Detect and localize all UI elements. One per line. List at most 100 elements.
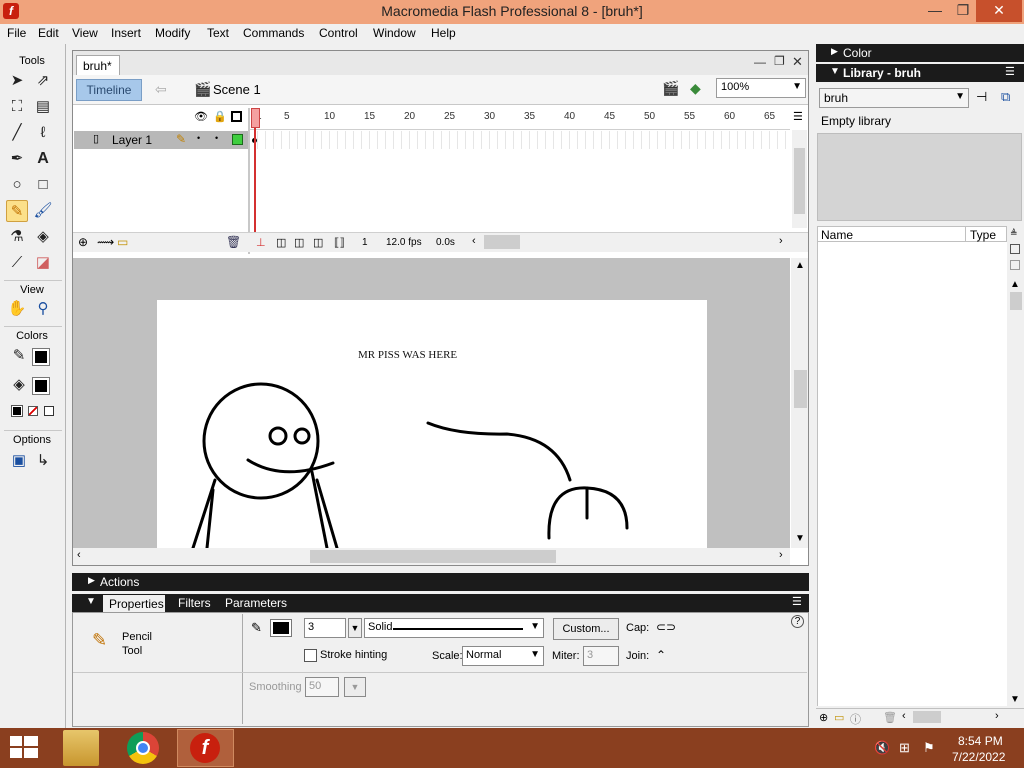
cap-style-icon[interactable]: ⊂⊃: [656, 620, 676, 634]
eyedropper-tool-icon[interactable]: ⟋: [6, 252, 28, 274]
scroll-left-icon[interactable]: ‹: [472, 235, 476, 247]
delete-layer-icon[interactable]: 🗑: [226, 235, 241, 249]
smoothing-input[interactable]: 50: [305, 677, 339, 697]
menu-control[interactable]: Control: [319, 26, 358, 40]
menu-help[interactable]: Help: [431, 26, 456, 40]
sort-icon[interactable]: ≜: [1010, 228, 1018, 239]
stage-hscroll-thumb[interactable]: [310, 550, 556, 563]
scale-select[interactable]: Normal ▼: [462, 646, 544, 666]
file-explorer-icon[interactable]: [63, 730, 99, 766]
oval-tool-icon[interactable]: ○: [6, 174, 28, 196]
narrow-view-icon[interactable]: [1010, 260, 1020, 270]
scroll-right-icon[interactable]: ›: [995, 710, 999, 722]
library-panel-header[interactable]: ▼ Library - bruh ☰: [816, 64, 1024, 82]
scroll-left-icon[interactable]: ‹: [902, 710, 906, 722]
lasso-tool-icon[interactable]: ℓ: [32, 122, 54, 144]
outline-icon[interactable]: [231, 111, 242, 122]
new-library-panel-icon[interactable]: ⧉: [1001, 89, 1010, 105]
library-vscroll-thumb[interactable]: [1010, 292, 1022, 310]
edit-multiple-frames-icon[interactable]: ◫: [313, 236, 323, 249]
stroke-hinting-checkbox[interactable]: [304, 649, 317, 662]
scroll-down-icon[interactable]: ▼: [795, 533, 805, 544]
text-tool-icon[interactable]: A: [32, 148, 54, 170]
scroll-right-icon[interactable]: ›: [779, 549, 783, 561]
hand-tool-icon[interactable]: ✋: [6, 298, 28, 320]
collapse-arrow-icon[interactable]: ▼: [86, 596, 96, 607]
tab-properties[interactable]: Properties: [103, 595, 165, 612]
stroke-style-select[interactable]: Solid ▼: [364, 618, 544, 638]
onion-skin-icon[interactable]: ◫: [276, 236, 286, 249]
pin-library-icon[interactable]: ⊣: [976, 89, 987, 105]
brush-tool-icon[interactable]: 🖌: [32, 200, 54, 222]
pencil-mode-icon[interactable]: ↳: [32, 450, 54, 472]
paint-bucket-tool-icon[interactable]: ◈: [32, 226, 54, 248]
pen-tool-icon[interactable]: ✒: [6, 148, 28, 170]
drawing-canvas[interactable]: [157, 300, 707, 548]
actions-panel-header[interactable]: ▶ Actions: [72, 573, 809, 591]
color-panel-header[interactable]: ▶ Color: [816, 44, 1024, 62]
line-tool-icon[interactable]: ╱: [6, 122, 28, 144]
custom-stroke-button[interactable]: Custom...: [553, 618, 619, 640]
clock-date[interactable]: 7/22/2022: [952, 750, 1005, 764]
zoom-select[interactable]: 100% ▼: [716, 78, 806, 98]
scroll-right-icon[interactable]: ›: [779, 235, 783, 247]
column-name[interactable]: Name: [821, 228, 853, 242]
layer-name[interactable]: Layer 1: [112, 133, 152, 147]
add-motion-guide-icon[interactable]: ⟿: [97, 235, 114, 249]
scroll-up-icon[interactable]: ▲: [795, 260, 805, 271]
document-tab[interactable]: bruh*: [76, 55, 120, 75]
rectangle-tool-icon[interactable]: □: [32, 174, 54, 196]
black-white-icon[interactable]: [11, 405, 23, 417]
scroll-down-icon[interactable]: ▼: [1010, 694, 1020, 705]
modify-onion-markers-icon[interactable]: ⟦⟧: [334, 236, 345, 249]
stage-vscroll-thumb[interactable]: [794, 370, 807, 408]
selection-tool-icon[interactable]: ➤: [6, 70, 28, 92]
doc-minimize-icon[interactable]: —: [754, 55, 766, 69]
miter-input[interactable]: 3: [583, 646, 619, 666]
library-document-select[interactable]: bruh ▼: [819, 88, 969, 108]
new-symbol-icon[interactable]: ⊕: [819, 711, 828, 724]
edit-scene-icon[interactable]: 🎬: [662, 80, 679, 97]
swap-colors-icon[interactable]: [44, 406, 54, 416]
flash-taskbar-button[interactable]: f: [177, 729, 234, 767]
timeline-hscroll-thumb[interactable]: [484, 235, 520, 249]
layer-outline-color-icon[interactable]: [232, 134, 243, 145]
ink-bottle-tool-icon[interactable]: ⚗: [6, 226, 28, 248]
action-center-icon[interactable]: ⚑: [923, 740, 935, 756]
frames-strip[interactable]: [250, 131, 790, 149]
stroke-color-swatch[interactable]: [32, 348, 50, 366]
menu-modify[interactable]: Modify: [155, 26, 190, 40]
menu-text[interactable]: Text: [207, 26, 229, 40]
column-type[interactable]: Type: [970, 228, 996, 242]
eye-icon[interactable]: 👁: [194, 110, 208, 123]
stroke-size-chevron-icon[interactable]: ▼: [348, 618, 362, 638]
gradient-transform-tool-icon[interactable]: ▤: [32, 96, 54, 118]
doc-close-icon[interactable]: ✕: [792, 54, 803, 70]
object-drawing-icon[interactable]: ▣: [8, 450, 30, 472]
stage-text[interactable]: MR PISS WAS HERE: [358, 349, 457, 361]
free-transform-tool-icon[interactable]: ⛶: [6, 96, 28, 118]
restore-button[interactable]: ❐: [950, 0, 976, 22]
windows-start-icon[interactable]: [10, 736, 38, 760]
center-frame-icon[interactable]: ⊥: [256, 236, 266, 249]
help-icon[interactable]: ?: [791, 615, 804, 628]
timeline-toggle-button[interactable]: Timeline: [76, 79, 142, 101]
no-color-icon[interactable]: [28, 406, 38, 416]
library-hscroll-thumb[interactable]: [913, 711, 941, 723]
panel-menu-icon[interactable]: ☰: [1005, 65, 1015, 78]
edit-symbols-icon[interactable]: ◆: [690, 80, 701, 97]
smoothing-chevron-icon[interactable]: ▼: [344, 677, 366, 697]
doc-restore-icon[interactable]: ❐: [774, 54, 785, 68]
delete-icon[interactable]: 🗑: [883, 711, 897, 724]
eraser-tool-icon[interactable]: ◪: [32, 252, 54, 274]
panel-menu-icon[interactable]: ☰: [792, 595, 802, 608]
lock-dot-icon[interactable]: •: [215, 133, 218, 143]
properties-icon[interactable]: ⓘ: [850, 711, 861, 727]
stroke-color-button[interactable]: [270, 619, 292, 637]
tab-parameters[interactable]: Parameters: [225, 596, 287, 610]
stroke-size-input[interactable]: 3: [304, 618, 346, 638]
menu-commands[interactable]: Commands: [243, 26, 304, 40]
clock-time[interactable]: 8:54 PM: [958, 734, 1003, 748]
menu-edit[interactable]: Edit: [38, 26, 59, 40]
zoom-tool-icon[interactable]: ⚲: [32, 298, 54, 320]
